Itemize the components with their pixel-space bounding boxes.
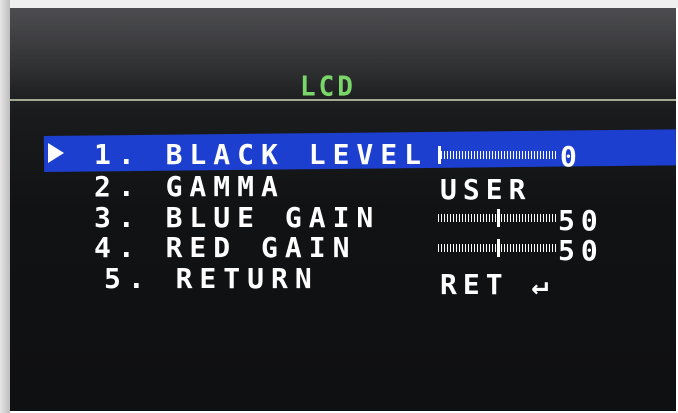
osd-screen: LCD 1. BLACK LEVEL 0 2. GAMMA USER 3. BL… xyxy=(10,8,676,411)
menu-item-black-level[interactable]: 1. BLACK LEVEL xyxy=(94,141,428,169)
black-level-value: 0 xyxy=(560,140,583,173)
red-gain-slider[interactable] xyxy=(438,239,558,257)
blue-gain-value: 50 xyxy=(558,204,604,237)
title-separator xyxy=(10,99,676,101)
return-value[interactable]: RET ↵ xyxy=(440,271,554,299)
menu-item-gamma[interactable]: 2. GAMMA xyxy=(94,173,285,201)
blue-gain-slider[interactable] xyxy=(438,209,558,227)
menu-title: LCD xyxy=(300,71,356,103)
gamma-value: USER xyxy=(440,173,532,206)
black-level-slider[interactable] xyxy=(438,146,558,164)
slider-thumb[interactable] xyxy=(497,209,500,227)
menu-item-return[interactable]: 5. RETURN xyxy=(104,265,319,293)
menu-item-red-gain[interactable]: 4. RED GAIN xyxy=(94,234,356,262)
red-gain-value: 50 xyxy=(558,234,604,267)
slider-thumb[interactable] xyxy=(497,239,500,257)
menu-item-blue-gain[interactable]: 3. BLUE GAIN xyxy=(94,204,380,232)
selection-pointer-icon xyxy=(48,143,64,163)
slider-track xyxy=(438,151,558,159)
monitor-bezel-left xyxy=(0,0,10,413)
monitor-bezel-top xyxy=(0,0,678,8)
slider-thumb[interactable] xyxy=(438,146,441,164)
